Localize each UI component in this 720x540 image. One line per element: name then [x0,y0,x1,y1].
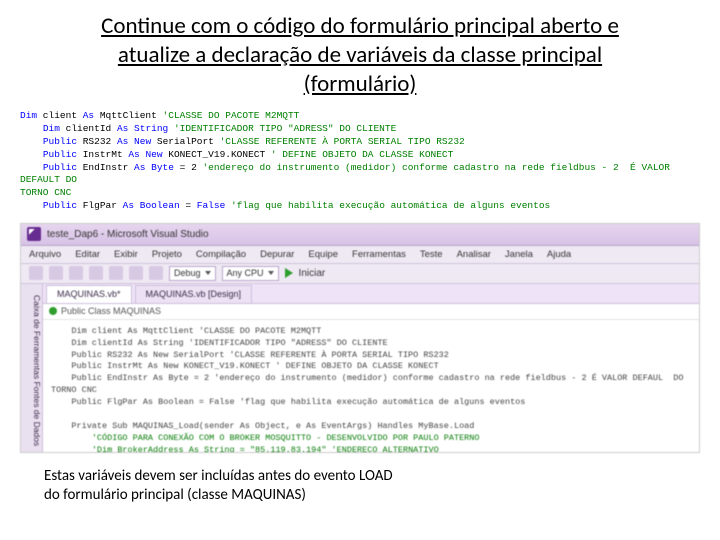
code-editor[interactable]: Dim client As MqttClient 'CLASSE DO PACO… [43,320,699,452]
title-line2: atualize a declaração de variáveis da cl… [118,41,602,69]
title-line1: Continue com o código do formulário prin… [101,12,619,40]
footer-line2: do formulário principal (classe MAQUINAS… [44,486,306,504]
menu-janela[interactable]: Janela [505,249,533,260]
slide: Continue com o código do formulário prin… [0,0,720,540]
menu-depurar[interactable]: Depurar [260,249,294,260]
chevron-down-icon [268,271,274,275]
class-icon [49,307,57,315]
save-icon[interactable] [89,266,103,280]
ide-title: teste_Dap6 - Microsoft Visual Studio [47,229,209,240]
footer-line1: Estas variáveis devem ser incluídas ante… [44,467,393,485]
undo-icon[interactable] [129,266,143,280]
menu-ferramentas[interactable]: Ferramentas [352,249,406,260]
ide-titlebar: teste_Dap6 - Microsoft Visual Studio [21,224,699,246]
menu-analisar[interactable]: Analisar [457,249,491,260]
visual-studio-icon [27,227,41,241]
ide-screenshot: teste_Dap6 - Microsoft Visual Studio Arq… [20,223,700,453]
nav-back-icon[interactable] [29,266,43,280]
new-file-icon[interactable] [69,266,83,280]
editor-area: MAQUINAS.vb* MAQUINAS.vb [Design] Public… [43,284,699,452]
code-snippet-top: Dim client As MqttClient 'CLASSE DO PACO… [20,110,700,213]
menu-projeto[interactable]: Projeto [152,249,182,260]
chevron-down-icon [205,271,211,275]
config-dropdown[interactable]: Debug [169,266,216,281]
ide-body: Caixa de Ferramentas Fontes de Dados MAQ… [21,284,699,452]
menu-equipe[interactable]: Equipe [308,249,338,260]
menu-teste[interactable]: Teste [420,249,443,260]
platform-dropdown[interactable]: Any CPU [222,266,279,281]
play-icon[interactable] [285,268,293,278]
ide-menubar[interactable]: Arquivo Editar Exibir Projeto Compilação… [21,246,699,264]
footer-note: Estas variáveis devem ser incluídas ante… [44,467,700,506]
menu-ajuda[interactable]: Ajuda [547,249,571,260]
menu-editar[interactable]: Editar [75,249,100,260]
ide-toolbar[interactable]: Debug Any CPU Iniciar [21,264,699,284]
save-all-icon[interactable] [109,266,123,280]
scope-bar[interactable]: Public Class MAQUINAS [43,304,699,320]
menu-arquivo[interactable]: Arquivo [29,249,61,260]
scope-text: Public Class MAQUINAS [61,306,161,316]
tab-code[interactable]: MAQUINAS.vb* [46,285,132,303]
slide-title: Continue com o código do formulário prin… [60,12,660,98]
menu-exibir[interactable]: Exibir [114,249,138,260]
nav-fwd-icon[interactable] [49,266,63,280]
redo-icon[interactable] [149,266,163,280]
title-line3: (formulário) [304,70,417,98]
tab-design[interactable]: MAQUINAS.vb [Design] [135,285,253,303]
start-button[interactable]: Iniciar [299,268,326,279]
menu-compilacao[interactable]: Compilação [196,249,246,260]
editor-tabs: MAQUINAS.vb* MAQUINAS.vb [Design] [43,284,699,304]
side-rail[interactable]: Caixa de Ferramentas Fontes de Dados [21,284,43,452]
